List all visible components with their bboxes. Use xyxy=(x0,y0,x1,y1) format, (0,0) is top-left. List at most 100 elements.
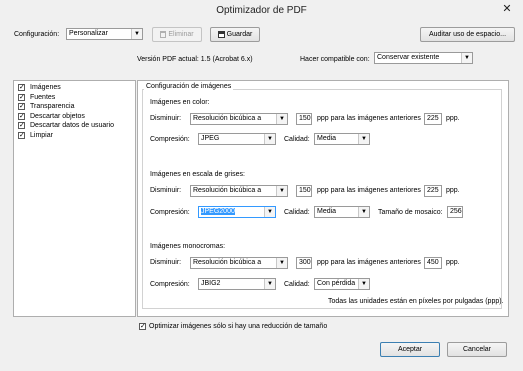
mono-ppi-field[interactable]: 300 xyxy=(296,257,312,269)
pdf-version-text: Versión PDF actual: 1.5 (Acrobat 6.x) xyxy=(137,56,253,63)
gray-compression-select[interactable]: JPEG2000 ▼ xyxy=(198,206,276,218)
group-title: Configuración de imágenes xyxy=(144,82,234,92)
chevron-down-icon: ▼ xyxy=(264,207,275,217)
gray-for-text: ppp para las imágenes anteriores xyxy=(317,187,421,194)
sidebar-item-checkbox[interactable]: ✓ xyxy=(18,112,25,120)
checkmark-icon: ✓ xyxy=(19,84,25,91)
sidebar-item[interactable]: ✓ Imágenes xyxy=(14,83,135,93)
compat-value: Conservar existente xyxy=(377,54,440,61)
sidebar-item[interactable]: ✓ Limpiar xyxy=(14,131,135,141)
color-downsample-label: Disminuir: xyxy=(150,115,182,122)
mono-for-text: ppp para las imágenes anteriores xyxy=(317,259,421,266)
mono-above-field[interactable]: 450 xyxy=(424,257,442,269)
config-select[interactable]: Personalizar ▼ xyxy=(66,28,143,40)
gray-downsample-value: Resolución bicúbica a xyxy=(193,187,262,194)
sidebar-item-label: Limpiar xyxy=(30,131,53,139)
chevron-down-icon: ▼ xyxy=(264,134,275,144)
gray-above-field[interactable]: 225 xyxy=(424,185,442,197)
mono-compression-select[interactable]: JBIG2 ▼ xyxy=(198,278,276,290)
close-button[interactable]: ✕ xyxy=(496,2,518,17)
color-compression-select[interactable]: JPEG ▼ xyxy=(198,133,276,145)
color-compression-value: JPEG xyxy=(201,135,220,142)
accept-button[interactable]: Aceptar xyxy=(380,342,440,357)
optimize-label: Optimizar imágenes sólo si hay una reduc… xyxy=(149,323,328,330)
config-value: Personalizar xyxy=(69,30,108,37)
checkmark-icon: ✓ xyxy=(19,122,25,129)
checkmark-icon: ✓ xyxy=(19,112,25,120)
mono-section-title: Imágenes monocromas: xyxy=(150,243,226,250)
save-label: Guardar xyxy=(226,31,253,38)
color-section-title: Imágenes en color: xyxy=(150,99,210,106)
floppy-disk-icon xyxy=(217,30,225,38)
color-unit: ppp. xyxy=(446,115,460,122)
sidebar-item[interactable]: ✓ Descartar objetos xyxy=(14,112,135,122)
chevron-down-icon: ▼ xyxy=(264,279,275,289)
config-label: Configuración: xyxy=(14,31,60,38)
sidebar-item-label: Imágenes xyxy=(30,84,61,91)
sidebar-item-checkbox[interactable]: ✓ xyxy=(18,122,25,129)
mono-downsample-value: Resolución bicúbica a xyxy=(193,259,262,266)
sidebar-item[interactable]: ✓ Descartar datos de usuario xyxy=(14,121,135,131)
color-for-text: ppp para las imágenes anteriores xyxy=(317,115,421,122)
sidebar-item-checkbox[interactable]: ✓ xyxy=(18,93,25,101)
sidebar-item-label: Descartar objetos xyxy=(30,112,85,120)
color-quality-label: Calidad: xyxy=(284,136,310,143)
chevron-down-icon: ▼ xyxy=(276,114,287,124)
delete-label: Eliminar xyxy=(168,31,194,38)
mono-unit: ppp. xyxy=(446,259,460,266)
color-ppi-field[interactable]: 150 xyxy=(296,113,312,125)
mono-quality-select[interactable]: Con pérdida ▼ xyxy=(314,278,370,290)
tile-size-field[interactable]: 256 xyxy=(447,206,463,218)
gray-section-title: Imágenes en escala de grises: xyxy=(150,171,245,178)
mono-quality-value: Con pérdida xyxy=(317,280,356,287)
gray-unit: ppp. xyxy=(446,187,460,194)
color-downsample-select[interactable]: Resolución bicúbica a ▼ xyxy=(190,113,288,125)
compat-select[interactable]: Conservar existente ▼ xyxy=(374,52,473,64)
trash-icon xyxy=(160,30,167,38)
checkmark-icon: ✓ xyxy=(140,323,146,330)
sidebar-item-checkbox[interactable]: ✓ xyxy=(18,131,25,139)
delete-button[interactable]: Eliminar xyxy=(152,27,202,42)
checkmark-icon: ✓ xyxy=(19,93,25,101)
audit-space-button[interactable]: Auditar uso de espacio... xyxy=(420,27,515,42)
gray-compression-label: Compresión: xyxy=(150,209,190,216)
chevron-down-icon: ▼ xyxy=(358,134,369,144)
color-downsample-value: Resolución bicúbica a xyxy=(193,115,262,122)
save-button[interactable]: Guardar xyxy=(210,27,260,42)
mono-downsample-label: Disminuir: xyxy=(150,259,182,266)
sidebar-item[interactable]: ✓ Fuentes xyxy=(14,93,135,103)
chevron-down-icon: ▼ xyxy=(358,279,369,289)
sidebar-list: ✓ Imágenes ✓ Fuentes ✓ Transparencia ✓ Descarta… xyxy=(14,83,135,140)
color-quality-value: Media xyxy=(317,135,337,142)
mono-downsample-select[interactable]: Resolución bicúbica a ▼ xyxy=(190,257,288,269)
window-title: Optimizador de PDF xyxy=(216,5,307,16)
mono-compression-value: JBIG2 xyxy=(201,280,221,287)
sidebar-panel: ✓ Imágenes ✓ Fuentes ✓ Transparencia ✓ Descarta… xyxy=(13,80,136,317)
sidebar-item-label: Transparencia xyxy=(30,103,75,110)
mono-quality-label: Calidad: xyxy=(284,281,310,288)
gray-compression-value: JPEG2000 xyxy=(201,208,235,215)
color-above-field[interactable]: 225 xyxy=(424,113,442,125)
color-quality-select[interactable]: Media ▼ xyxy=(314,133,370,145)
compat-label: Hacer compatible con: xyxy=(300,56,370,63)
sidebar-item-checkbox[interactable]: ✓ xyxy=(18,103,25,110)
chevron-down-icon: ▼ xyxy=(131,29,142,39)
gray-quality-value: Media xyxy=(317,208,337,215)
chevron-down-icon: ▼ xyxy=(276,258,287,268)
sidebar-item[interactable]: ✓ Transparencia xyxy=(14,102,135,112)
optimize-checkbox[interactable]: ✓ xyxy=(139,323,146,330)
gray-ppi-field[interactable]: 150 xyxy=(296,185,312,197)
color-compression-label: Compresión: xyxy=(150,136,190,143)
checkmark-icon: ✓ xyxy=(19,103,25,110)
sidebar-item-checkbox[interactable]: ✓ xyxy=(18,84,25,91)
gray-quality-label: Calidad: xyxy=(284,209,310,216)
sidebar-item-label: Descartar datos de usuario xyxy=(30,122,115,129)
gray-quality-select[interactable]: Media ▼ xyxy=(314,206,370,218)
cancel-button[interactable]: Cancelar xyxy=(447,342,507,357)
tile-size-label: Tamaño de mosaico: xyxy=(378,209,443,216)
chevron-down-icon: ▼ xyxy=(461,53,472,63)
units-note: Todas las unidades están en píxeles por … xyxy=(328,298,504,305)
mono-compression-label: Compresión: xyxy=(150,281,190,288)
gray-downsample-select[interactable]: Resolución bicúbica a ▼ xyxy=(190,185,288,197)
sidebar-item-label: Fuentes xyxy=(30,93,56,101)
